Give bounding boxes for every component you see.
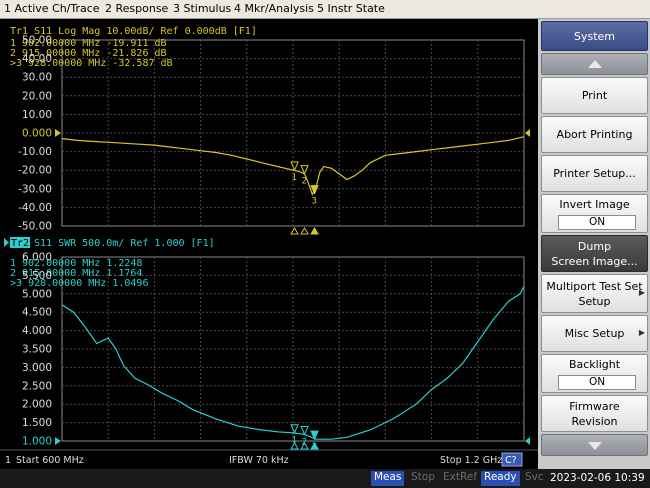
y-tick-label: 4.000 [22, 325, 52, 337]
trace1-markers[interactable]: 1 23 [290, 161, 319, 235]
softkey-scroll-down-button[interactable] [541, 434, 648, 456]
ref-arrow-left-icon [55, 129, 61, 137]
printer-setup-button[interactable]: Printer Setup... [541, 155, 648, 192]
submenu-arrow-icon: ▶ [638, 288, 645, 297]
status-bar: Meas Stop ExtRef Ready Svc 2023-02-06 10… [0, 469, 650, 488]
status-svc: Svc [525, 471, 544, 483]
marker-3-axis-icon [310, 227, 319, 235]
firmware-revision-button[interactable]: Firmware Revision [541, 395, 648, 432]
print-button[interactable]: Print [541, 77, 648, 114]
ref-arrow-right-icon [525, 129, 530, 137]
y-tick-label: 5.000 [22, 288, 52, 300]
y-tick-label: 20.00 [22, 90, 52, 102]
status-meas: Meas [371, 471, 405, 486]
y-tick-label: 10.00 [22, 109, 52, 121]
marker-2-axis-icon [300, 227, 309, 235]
y-tick-label: 1.000 [22, 436, 52, 448]
y-tick-label: 4.500 [22, 307, 52, 319]
y-tick-label: -50.00 [18, 221, 52, 233]
dump-screen-image-button[interactable]: Dump Screen Image... [541, 235, 648, 272]
status-datetime: 2023-02-06 10:39 [550, 472, 645, 484]
marker-1-axis-icon [290, 227, 299, 235]
marker-2-icon [300, 426, 309, 436]
footer-start[interactable]: Start 600 MHz [16, 455, 84, 466]
up-arrow-icon [588, 60, 602, 68]
multiport-test-set-setup-button[interactable]: Multiport Test Set Setup ▶ [541, 274, 648, 313]
menu-response[interactable]: 2 Response [105, 2, 168, 15]
y-tick-label: 2.000 [22, 399, 52, 411]
y-tick-label: 6.000 [22, 252, 52, 264]
menu-instr-state[interactable]: 5 Instr State [317, 2, 385, 15]
y-tick-label: 2.500 [22, 380, 52, 392]
trace-plots[interactable]: Tr1 S11 Log Mag 10.00dB/ Ref 0.000dB [F1… [0, 19, 538, 469]
y-tick-label: 50.00 [22, 35, 52, 47]
measurement-display[interactable]: Tr1 S11 Log Mag 10.00dB/ Ref 0.000dB [F1… [0, 19, 538, 469]
dump-label-line2: Screen Image... [551, 255, 638, 268]
softkey-title-system[interactable]: System [541, 21, 648, 51]
menu-stimulus[interactable]: 3 Stimulus [173, 2, 231, 15]
invert-image-label: Invert Image [559, 198, 630, 211]
active-trace-arrow-icon [4, 238, 9, 247]
footer-channel: 1 [5, 455, 11, 466]
y-tick-label: -20.00 [18, 165, 52, 177]
abort-printing-label: Abort Printing [556, 128, 633, 141]
y-tick-label: 3.000 [22, 362, 52, 374]
trace2-markers[interactable]: 123 [290, 424, 319, 452]
softkey-scroll-up-button[interactable] [541, 53, 648, 75]
footer-ifbw[interactable]: IFBW 70 kHz [229, 455, 289, 466]
ref-arrow-left-icon [55, 437, 61, 445]
softkey-panel: System Print Abort Printing Printer Setu… [538, 19, 650, 469]
y-tick-label: -30.00 [18, 183, 52, 195]
menu-bar: 1 Active Ch/Trace 2 Response 3 Stimulus … [0, 0, 650, 19]
status-stop: Stop [411, 471, 435, 483]
marker-1-icon [290, 161, 299, 172]
dump-label-line1: Dump [577, 240, 612, 253]
status-ready: Ready [481, 471, 520, 486]
footer-badge[interactable]: C? [505, 455, 517, 466]
menu-mkr-analysis[interactable]: 4 Mkr/Analysis [234, 2, 314, 15]
misc-setup-label: Misc Setup [564, 327, 625, 340]
misc-setup-button[interactable]: Misc Setup ▶ [541, 315, 648, 352]
marker-1-label: 1 [292, 173, 297, 183]
y-tick-label: 40.00 [22, 53, 52, 65]
print-label: Print [581, 89, 608, 102]
y-tick-label: 1.500 [22, 417, 52, 429]
multiport-label-line2: Setup [578, 295, 611, 308]
firmware-label-line1: Firmware [569, 400, 620, 413]
abort-printing-button[interactable]: Abort Printing [541, 116, 648, 153]
invert-image-button[interactable]: Invert Image ON [541, 194, 648, 233]
multiport-label-line1: Multiport Test Set [546, 280, 643, 293]
submenu-arrow-icon: ▶ [638, 328, 645, 337]
trace2-tag: Tr2 [11, 238, 29, 249]
y-tick-label: 0.000 [22, 128, 52, 140]
marker-2-label: 2 [302, 177, 307, 187]
firmware-label-line2: Revision [571, 415, 618, 428]
y-tick-label: -40.00 [18, 202, 52, 214]
trace2-header-group: Tr2 S11 SWR 500.0m/ Ref 1.000 [F1] [4, 237, 215, 249]
y-tick-label: 30.00 [22, 72, 52, 84]
trace2-header: S11 SWR 500.0m/ Ref 1.000 [F1] [34, 238, 215, 249]
y-tick-label: 5.500 [22, 270, 52, 282]
printer-setup-label: Printer Setup... [553, 167, 636, 180]
backlight-button[interactable]: Backlight ON [541, 354, 648, 393]
status-extref: ExtRef [443, 471, 477, 483]
marker-1-icon [290, 424, 299, 434]
ref-arrow-right-icon [525, 437, 530, 445]
softkey-title-label: System [573, 30, 616, 43]
marker-3-label: 3 [312, 197, 317, 207]
backlight-label: Backlight [568, 358, 621, 371]
backlight-value: ON [558, 375, 636, 390]
menu-active-ch-trace[interactable]: 1 Active Ch/Trace [4, 2, 100, 15]
invert-image-value: ON [558, 215, 636, 230]
y-tick-label: -10.00 [18, 146, 52, 158]
footer-stop[interactable]: Stop 1.2 GHz [440, 455, 502, 466]
down-arrow-icon [588, 442, 602, 450]
y-tick-label: 3.500 [22, 344, 52, 356]
